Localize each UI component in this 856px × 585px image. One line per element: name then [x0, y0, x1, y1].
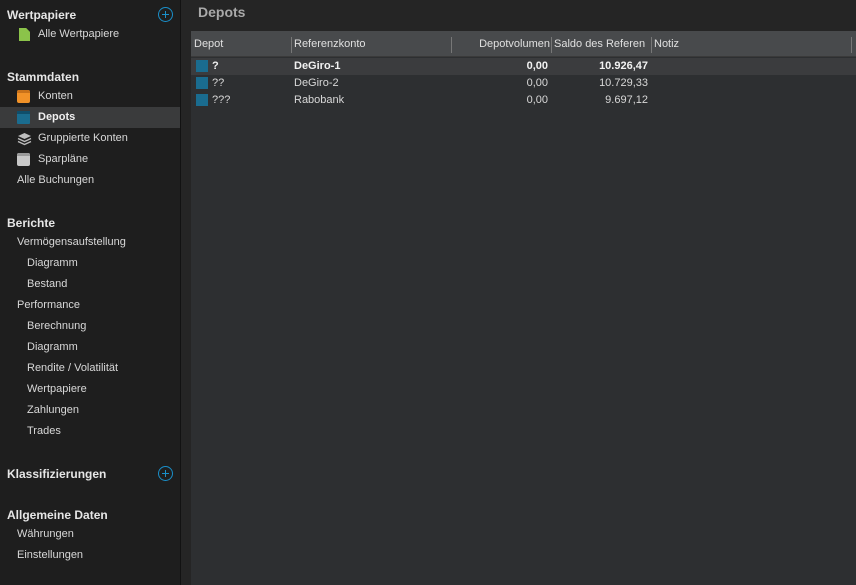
table-row[interactable]: ?? DeGiro-2 0,00 10.729,33 — [191, 75, 856, 92]
cell-depot: ??? — [212, 94, 231, 106]
cell-referenzkonto: DeGiro-2 — [294, 77, 339, 89]
column-resize-handle[interactable] — [551, 37, 552, 53]
cell-referenzkonto: Rabobank — [294, 94, 345, 106]
sidebar-item-alle-buchungen[interactable]: Alle Buchungen — [0, 170, 180, 191]
sidebar-item-performance[interactable]: Performance — [0, 295, 180, 316]
sidebar-item-waehrungen[interactable]: Währungen — [0, 524, 180, 545]
depot-icon — [196, 94, 208, 106]
sidebar-item-vermoegensaufstellung[interactable]: Vermögensaufstellung — [0, 232, 180, 253]
sidebar-item-label: Sparpläne — [38, 153, 89, 165]
section-title-wertpapiere: Wertpapiere — [7, 8, 77, 22]
column-header-referenzkonto[interactable]: Referenzkonto — [294, 31, 444, 57]
sidebar-item-einstellungen[interactable]: Einstellungen — [0, 545, 180, 566]
column-header-depot[interactable]: Depot — [194, 31, 288, 57]
depots-table[interactable]: Depot Referenzkonto Depotvolumen Saldo d… — [191, 31, 856, 585]
table-header: Depot Referenzkonto Depotvolumen Saldo d… — [191, 31, 856, 57]
column-resize-handle[interactable] — [651, 37, 652, 53]
column-header-saldo[interactable]: Saldo des Referen — [554, 31, 649, 57]
sidebar-item-bestand[interactable]: Bestand — [0, 274, 180, 295]
sidebar-item-depots[interactable]: Depots — [0, 107, 180, 128]
sidebar-item-performance-diagramm[interactable]: Diagramm — [0, 337, 180, 358]
sidebar-item-alle-wertpapiere[interactable]: Alle Wertpapiere — [0, 24, 180, 45]
cell-notiz — [654, 75, 844, 92]
sidebar-item-label: Alle Wertpapiere — [38, 28, 120, 40]
table-row[interactable]: ? DeGiro-1 0,00 10.926,47 — [191, 58, 856, 75]
savings-plan-icon — [17, 153, 30, 166]
depot-icon — [17, 111, 30, 124]
sidebar-item-label: Depots — [38, 111, 76, 123]
sidebar-item-gruppierte-konten[interactable]: Gruppierte Konten — [0, 128, 180, 149]
sidebar-item-berechnung[interactable]: Berechnung — [0, 316, 180, 337]
depot-icon — [196, 60, 208, 72]
account-icon — [17, 90, 30, 103]
cell-depotvolumen: 0,00 — [526, 77, 548, 89]
cell-depot: ? — [212, 60, 219, 72]
cell-notiz — [654, 92, 844, 109]
sidebar-item-rendite-volatilitaet[interactable]: Rendite / Volatilität — [0, 358, 180, 379]
column-resize-handle[interactable] — [851, 37, 852, 53]
sidebar-item-zahlungen[interactable]: Zahlungen — [0, 400, 180, 421]
sidebar-item-performance-wertpapiere[interactable]: Wertpapiere — [0, 379, 180, 400]
sidebar-item-vermoegen-diagramm[interactable]: Diagramm — [0, 253, 180, 274]
cell-depot: ?? — [212, 77, 225, 89]
document-icon — [19, 28, 30, 41]
column-resize-handle[interactable] — [451, 37, 452, 53]
section-title-klassifizierungen: Klassifizierungen — [7, 467, 107, 481]
main-panel: Depots Depot Referenzkonto Depotvolumen … — [181, 0, 856, 585]
column-header-notiz[interactable]: Notiz — [654, 31, 844, 57]
depot-icon — [196, 77, 208, 89]
sidebar-item-trades[interactable]: Trades — [0, 421, 180, 442]
cell-notiz — [654, 58, 844, 75]
sidebar-item-sparplaene[interactable]: Sparpläne — [0, 149, 180, 170]
sidebar-item-konten[interactable]: Konten — [0, 86, 180, 107]
column-resize-handle[interactable] — [291, 37, 292, 53]
sidebar-item-label: Gruppierte Konten — [38, 132, 128, 144]
page-title: Depots — [198, 4, 246, 20]
sidebar-item-label: Konten — [38, 90, 73, 102]
column-header-depotvolumen[interactable]: Depotvolumen — [453, 31, 550, 57]
layers-icon — [17, 132, 32, 146]
cell-saldo: 10.926,47 — [599, 60, 648, 72]
section-title-stammdaten: Stammdaten — [7, 70, 80, 84]
cell-saldo: 10.729,33 — [599, 77, 648, 89]
add-klassifizierung-icon[interactable] — [158, 466, 173, 481]
add-wertpapier-icon[interactable] — [158, 7, 173, 22]
cell-depotvolumen: 0,00 — [526, 94, 548, 106]
sidebar: Wertpapiere Alle Wertpapiere Stammdaten … — [0, 0, 180, 585]
cell-saldo: 9.697,12 — [605, 94, 648, 106]
section-title-berichte: Berichte — [7, 216, 56, 230]
cell-depotvolumen: 0,00 — [526, 60, 548, 72]
cell-referenzkonto: DeGiro-1 — [294, 60, 341, 72]
section-title-allgemeine-daten: Allgemeine Daten — [7, 508, 108, 522]
table-row[interactable]: ??? Rabobank 0,00 9.697,12 — [191, 92, 856, 109]
